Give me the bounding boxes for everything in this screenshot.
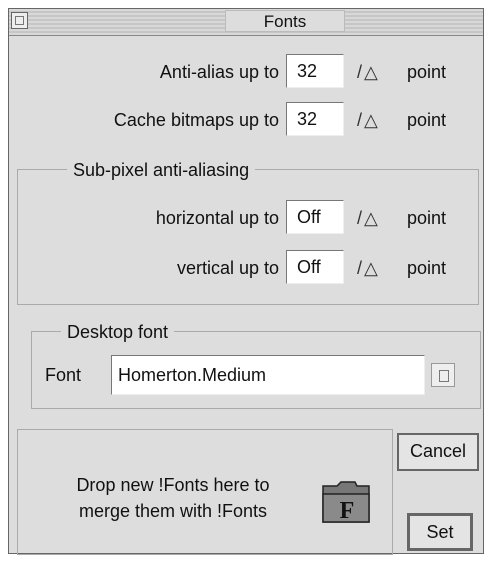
drop-instructions: Drop new !Fonts here to merge them with … bbox=[38, 472, 308, 524]
decrement-icon[interactable]: / bbox=[357, 208, 364, 228]
close-icon[interactable] bbox=[11, 12, 28, 29]
cache-arrows[interactable]: /△ bbox=[357, 107, 380, 133]
cancel-button[interactable]: Cancel bbox=[397, 433, 479, 471]
desktop-font-group-title: Desktop font bbox=[61, 321, 175, 343]
decrement-icon[interactable]: / bbox=[357, 110, 364, 130]
drop-text-line2: merge them with !Fonts bbox=[78, 501, 268, 521]
title-bar[interactable]: Fonts bbox=[9, 9, 483, 36]
fonts-folder-icon: F bbox=[322, 481, 370, 524]
fonts-window: Fonts Anti-alias up to 32 /△ point Cache… bbox=[8, 8, 484, 555]
horizontal-unit: point bbox=[407, 208, 447, 228]
increment-icon[interactable]: △ bbox=[364, 208, 380, 228]
font-menu-icon[interactable] bbox=[431, 363, 455, 387]
increment-icon[interactable]: △ bbox=[364, 258, 380, 278]
decrement-icon[interactable]: / bbox=[357, 62, 364, 82]
drop-zone[interactable]: Drop new !Fonts here to merge them with … bbox=[17, 429, 393, 555]
subpixel-group bbox=[17, 169, 479, 305]
font-field-label: Font bbox=[45, 365, 82, 385]
subpixel-group-title: Sub-pixel anti-aliasing bbox=[67, 159, 256, 181]
cache-label: Cache bitmaps up to bbox=[113, 110, 279, 130]
font-field[interactable]: Homerton.Medium bbox=[111, 355, 425, 395]
window-title: Fonts bbox=[225, 10, 345, 32]
antialias-label: Anti-alias up to bbox=[159, 62, 279, 82]
decrement-icon[interactable]: / bbox=[357, 258, 364, 278]
cache-field[interactable]: 32 bbox=[286, 102, 344, 136]
horizontal-arrows[interactable]: /△ bbox=[357, 205, 380, 231]
vertical-field[interactable]: Off bbox=[286, 250, 344, 284]
increment-icon[interactable]: △ bbox=[364, 110, 380, 130]
vertical-label: vertical up to bbox=[176, 258, 279, 278]
vertical-arrows[interactable]: /△ bbox=[357, 255, 380, 281]
antialias-field[interactable]: 32 bbox=[286, 54, 344, 88]
antialias-arrows[interactable]: /△ bbox=[357, 59, 380, 85]
drop-text-line1: Drop new !Fonts here to bbox=[76, 475, 270, 495]
horizontal-field[interactable]: Off bbox=[286, 200, 344, 234]
vertical-unit: point bbox=[407, 258, 447, 278]
folder-letter: F bbox=[340, 498, 355, 524]
cache-unit: point bbox=[407, 110, 447, 130]
antialias-unit: point bbox=[407, 62, 447, 82]
set-button[interactable]: Set bbox=[407, 513, 473, 551]
horizontal-label: horizontal up to bbox=[155, 208, 279, 228]
increment-icon[interactable]: △ bbox=[364, 62, 380, 82]
